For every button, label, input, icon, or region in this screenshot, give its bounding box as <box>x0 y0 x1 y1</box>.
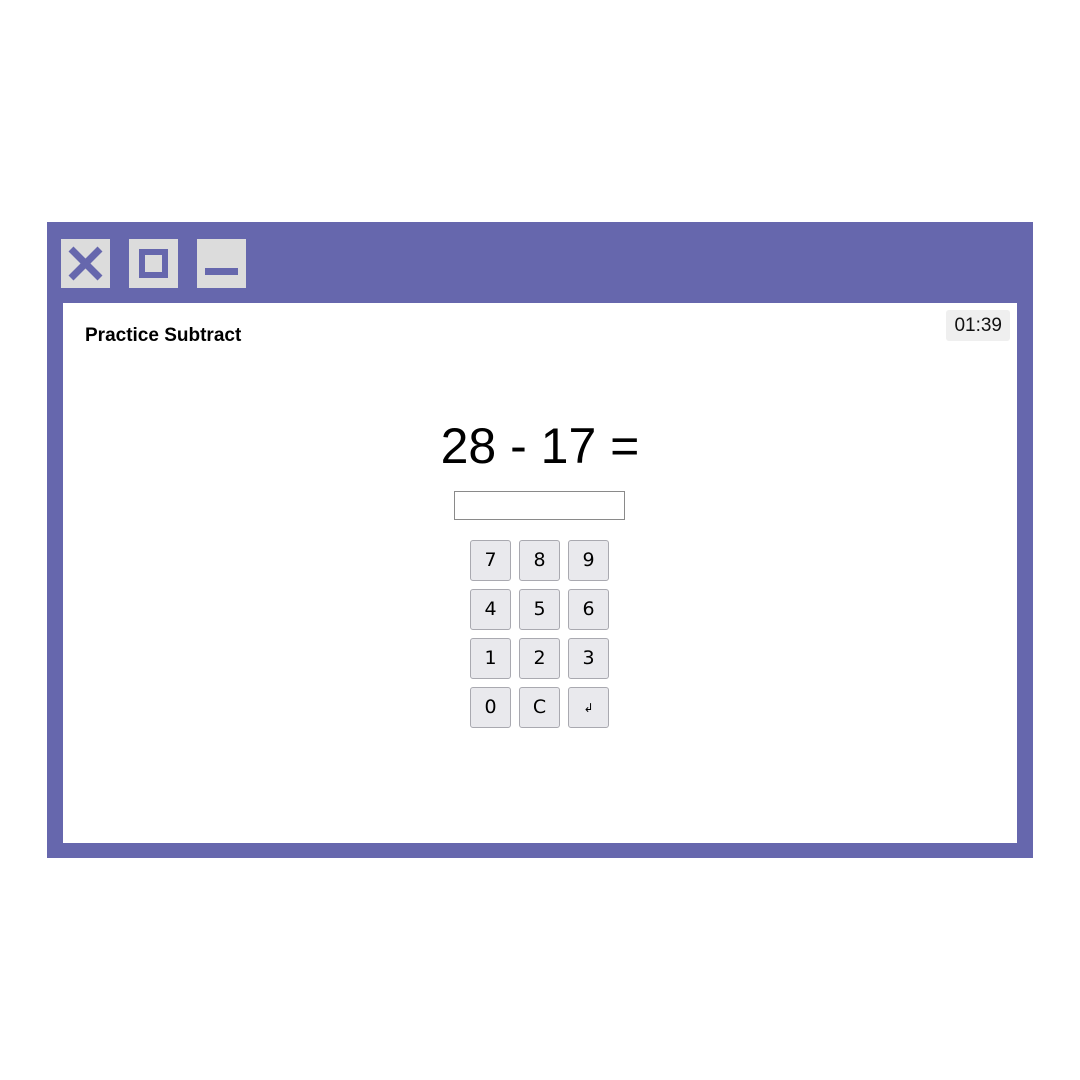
app-content: Practice Subtract 01:39 28 - 17 = 7 8 9 … <box>63 303 1017 843</box>
maximize-button[interactable] <box>129 239 178 288</box>
key-6[interactable]: 6 <box>568 589 609 630</box>
key-7[interactable]: 7 <box>470 540 511 581</box>
app-window: Practice Subtract 01:39 28 - 17 = 7 8 9 … <box>47 222 1033 858</box>
key-4[interactable]: 4 <box>470 589 511 630</box>
problem-expression: 28 - 17 = <box>440 418 640 474</box>
answer-input[interactable] <box>454 491 625 520</box>
key-0[interactable]: 0 <box>470 687 511 728</box>
timer: 01:39 <box>946 310 1010 341</box>
close-icon <box>68 246 103 281</box>
app-title: Practice Subtract <box>85 325 242 346</box>
maximize-icon <box>139 249 168 278</box>
minimize-icon <box>205 268 238 275</box>
clear-button[interactable]: C <box>519 687 560 728</box>
close-button[interactable] <box>61 239 110 288</box>
key-1[interactable]: 1 <box>470 638 511 679</box>
key-8[interactable]: 8 <box>519 540 560 581</box>
key-9[interactable]: 9 <box>568 540 609 581</box>
enter-button[interactable]: ↲ <box>568 687 609 728</box>
minimize-button[interactable] <box>197 239 246 288</box>
key-3[interactable]: 3 <box>568 638 609 679</box>
key-5[interactable]: 5 <box>519 589 560 630</box>
key-2[interactable]: 2 <box>519 638 560 679</box>
